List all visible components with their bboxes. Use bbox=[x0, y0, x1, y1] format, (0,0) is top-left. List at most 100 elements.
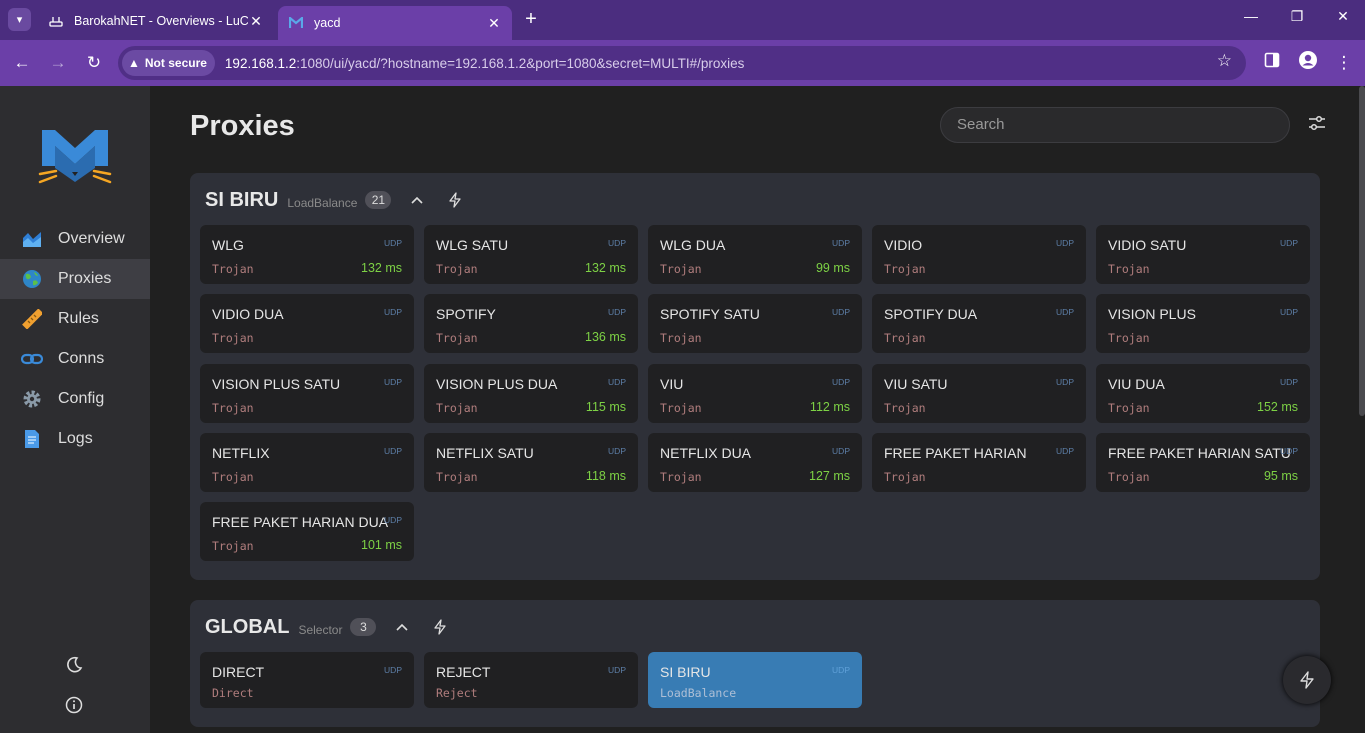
proxy-card[interactable]: DIRECT UDP Direct bbox=[200, 652, 414, 708]
proxy-card[interactable]: NETFLIX UDP Trojan bbox=[200, 433, 414, 492]
proxy-type: Trojan bbox=[660, 331, 702, 345]
proxy-type: Trojan bbox=[660, 401, 702, 415]
proxy-type: Trojan bbox=[884, 470, 926, 484]
proxy-name: NETFLIX SATU bbox=[436, 445, 534, 461]
window-close-icon[interactable]: ✕ bbox=[1328, 8, 1358, 25]
proxy-name: VISION PLUS DUA bbox=[436, 376, 558, 392]
udp-badge: UDP bbox=[1280, 377, 1298, 387]
proxy-card[interactable]: SPOTIFY DUA UDP Trojan bbox=[872, 294, 1086, 353]
proxy-latency: 112 ms bbox=[809, 400, 850, 414]
theme-toggle-moon-icon[interactable] bbox=[62, 656, 86, 680]
proxy-card[interactable]: VISION PLUS DUA UDP Trojan 115 ms bbox=[424, 364, 638, 423]
proxy-card[interactable]: REJECT UDP Reject bbox=[424, 652, 638, 708]
proxy-card[interactable]: WLG UDP Trojan 132 ms bbox=[200, 225, 414, 284]
side-panel-icon[interactable] bbox=[1259, 50, 1285, 76]
proxy-name: NETFLIX DUA bbox=[660, 445, 752, 461]
udp-badge: UDP bbox=[1280, 446, 1298, 456]
proxy-card[interactable]: NETFLIX DUA UDP Trojan 127 ms bbox=[648, 433, 862, 492]
proxy-card[interactable]: NETFLIX SATU UDP Trojan 118 ms bbox=[424, 433, 638, 492]
tab-luci[interactable]: BarokahNET - Overviews - LuCI ✕ bbox=[38, 6, 274, 36]
proxy-card[interactable]: VISION PLUS UDP Trojan bbox=[1096, 294, 1310, 353]
not-secure-label: Not secure bbox=[144, 56, 207, 70]
group-type: LoadBalance bbox=[287, 195, 358, 210]
info-icon[interactable] bbox=[62, 696, 86, 720]
proxy-type: Trojan bbox=[660, 470, 702, 484]
proxy-card[interactable]: VIDIO DUA UDP Trojan bbox=[200, 294, 414, 353]
proxy-name: VIDIO bbox=[884, 237, 923, 253]
proxy-card[interactable]: VISION PLUS SATU UDP Trojan bbox=[200, 364, 414, 423]
close-icon[interactable]: ✕ bbox=[486, 15, 502, 32]
reload-icon[interactable]: ↻ bbox=[81, 50, 107, 76]
sidebar-item-config[interactable]: Config bbox=[0, 379, 150, 419]
sidebar-item-proxies[interactable]: Proxies bbox=[0, 259, 150, 299]
scrollbar[interactable] bbox=[1359, 86, 1365, 416]
proxy-type: Trojan bbox=[436, 401, 478, 415]
udp-badge: UDP bbox=[608, 446, 626, 456]
tab-title: yacd bbox=[314, 16, 341, 30]
minimize-icon[interactable]: — bbox=[1236, 8, 1266, 24]
udp-badge: UDP bbox=[1056, 377, 1074, 387]
bookmark-star-icon[interactable]: ☆ bbox=[1217, 51, 1232, 71]
proxy-type: Trojan bbox=[436, 331, 478, 345]
udp-badge: UDP bbox=[832, 377, 850, 387]
udp-badge: UDP bbox=[384, 377, 402, 387]
settings-sliders-icon[interactable] bbox=[1308, 115, 1328, 135]
proxy-card[interactable]: FREE PAKET HARIAN SATU UDP Trojan 95 ms bbox=[1096, 433, 1310, 492]
restore-icon[interactable]: ❐ bbox=[1282, 8, 1312, 25]
security-chip[interactable]: ▲ Not secure bbox=[122, 50, 215, 76]
link-icon bbox=[21, 348, 43, 370]
sidebar-item-overview[interactable]: Overview bbox=[0, 219, 150, 259]
proxy-name: VISION PLUS bbox=[1108, 306, 1196, 322]
latency-test-bolt-icon[interactable] bbox=[443, 188, 467, 212]
proxy-card[interactable]: FREE PAKET HARIAN UDP Trojan bbox=[872, 433, 1086, 492]
proxy-name: SPOTIFY DUA bbox=[884, 306, 978, 322]
menu-kebab-icon[interactable]: ⋮ bbox=[1331, 50, 1357, 76]
udp-badge: UDP bbox=[608, 665, 626, 675]
proxy-card[interactable]: VIDIO SATU UDP Trojan bbox=[1096, 225, 1310, 284]
proxy-card[interactable]: VIU SATU UDP Trojan bbox=[872, 364, 1086, 423]
close-icon[interactable]: ✕ bbox=[248, 13, 264, 30]
sidebar-item-conns[interactable]: Conns bbox=[0, 339, 150, 379]
proxy-card[interactable]: VIU DUA UDP Trojan 152 ms bbox=[1096, 364, 1310, 423]
latency-test-bolt-icon[interactable] bbox=[428, 615, 452, 639]
proxy-card[interactable]: WLG SATU UDP Trojan 132 ms bbox=[424, 225, 638, 284]
sidebar-item-logs[interactable]: Logs bbox=[0, 419, 150, 459]
profile-icon[interactable] bbox=[1295, 50, 1321, 76]
browser-tab-strip: ▾ BarokahNET - Overviews - LuCI ✕ yacd ✕… bbox=[0, 0, 1365, 40]
proxy-name: WLG bbox=[212, 237, 244, 253]
globe-icon bbox=[21, 268, 43, 290]
proxy-name: WLG DUA bbox=[660, 237, 726, 253]
group-count-badge: 21 bbox=[365, 191, 392, 209]
tab-search-button[interactable]: ▾ bbox=[8, 8, 31, 31]
proxy-card[interactable]: VIDIO UDP Trojan bbox=[872, 225, 1086, 284]
collapse-chevron-up-icon[interactable] bbox=[390, 615, 414, 639]
proxy-type: Trojan bbox=[884, 262, 926, 276]
back-icon[interactable]: ← bbox=[9, 50, 35, 76]
search-input[interactable]: Search bbox=[940, 107, 1290, 143]
forward-icon[interactable]: → bbox=[45, 50, 71, 76]
proxy-card[interactable]: FREE PAKET HARIAN DUA UDP Trojan 101 ms bbox=[200, 502, 414, 561]
url-text[interactable]: 192.168.1.2:1080/ui/yacd/?hostname=192.1… bbox=[225, 56, 745, 71]
proxy-latency: 152 ms bbox=[1257, 400, 1298, 414]
new-tab-button[interactable]: + bbox=[520, 8, 542, 32]
ruler-icon bbox=[21, 308, 43, 330]
proxy-card[interactable]: SPOTIFY UDP Trojan 136 ms bbox=[424, 294, 638, 353]
udp-badge: UDP bbox=[832, 665, 850, 675]
test-latency-fab-bolt-icon[interactable] bbox=[1283, 656, 1331, 704]
proxy-latency: 132 ms bbox=[585, 261, 626, 275]
proxy-group-si-biru: SI BIRU LoadBalance 21 WLG UDP Trojan 132 m… bbox=[190, 173, 1320, 580]
proxy-card[interactable]: VIU UDP Trojan 112 ms bbox=[648, 364, 862, 423]
proxy-type: Trojan bbox=[212, 331, 254, 345]
proxy-card[interactable]: SI BIRU UDP LoadBalance bbox=[648, 652, 862, 708]
sidebar-item-rules[interactable]: Rules bbox=[0, 299, 150, 339]
proxy-card[interactable]: SPOTIFY SATU UDP Trojan bbox=[648, 294, 862, 353]
udp-badge: UDP bbox=[608, 307, 626, 317]
proxy-latency: 115 ms bbox=[585, 400, 626, 414]
proxy-card[interactable]: WLG DUA UDP Trojan 99 ms bbox=[648, 225, 862, 284]
udp-badge: UDP bbox=[608, 377, 626, 387]
udp-badge: UDP bbox=[1280, 238, 1298, 248]
proxy-type: Trojan bbox=[436, 262, 478, 276]
collapse-chevron-up-icon[interactable] bbox=[405, 188, 429, 212]
tab-yacd[interactable]: yacd ✕ bbox=[278, 6, 512, 40]
address-bar[interactable]: ▲ Not secure 192.168.1.2:1080/ui/yacd/?h… bbox=[118, 46, 1246, 80]
